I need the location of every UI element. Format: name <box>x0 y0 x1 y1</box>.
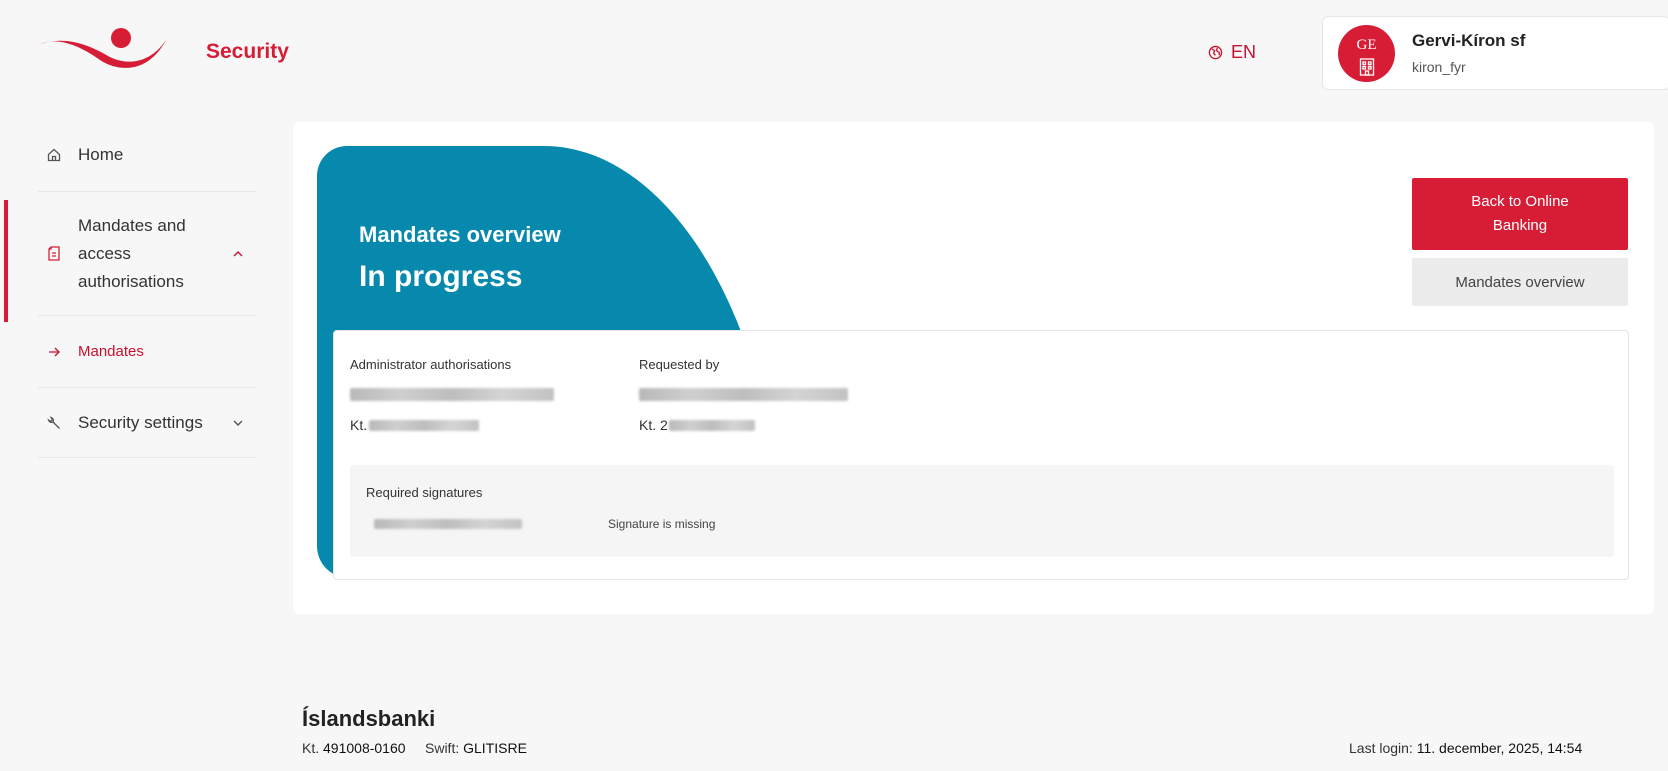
main-panel: Mandates overview In progress Back to On… <box>293 122 1654 614</box>
user-username: kiron_fyr <box>1412 59 1466 75</box>
footer-swift-label: Swift: <box>425 740 460 756</box>
admin-authorisations-column: Administrator authorisations Kt. <box>350 357 554 433</box>
signature-status: Signature is missing <box>608 517 716 531</box>
sidebar-item-mandates-and-access[interactable]: Mandates and access authorisations <box>4 192 256 322</box>
chevron-down-icon[interactable] <box>232 417 244 429</box>
last-login-value: 11. december, 2025, 14:54 <box>1416 740 1583 756</box>
user-name: Gervi-Kíron sf <box>1412 31 1526 50</box>
footer-bank-meta: Kt. 491008-0160 Swift: GLITISRE <box>302 740 527 756</box>
app-title: Security <box>206 40 289 63</box>
globe-icon <box>1208 45 1223 60</box>
last-login: Last login: 11. december, 2025, 14:54 <box>1349 740 1582 756</box>
sidebar-nav: Home Mandates and access authorisations … <box>4 118 256 458</box>
user-card[interactable]: GE Gervi-Kíron sf kiron_fyr <box>1322 16 1668 90</box>
last-login-label: Last login: <box>1349 740 1413 756</box>
page-title: In progress <box>359 260 523 293</box>
requested-by-label: Requested by <box>639 357 720 372</box>
sidebar-item-label: Security settings <box>78 412 203 432</box>
wrench-icon <box>46 415 62 431</box>
home-icon <box>46 147 62 163</box>
footer-kt-label: Kt. <box>302 740 320 756</box>
requested-by-column: Requested by Kt. 2 <box>639 357 848 433</box>
islandsbanki-logo[interactable] <box>38 26 168 78</box>
page-subtitle: Mandates overview <box>359 222 561 247</box>
required-signatures-title: Required signatures <box>366 485 483 500</box>
arrow-right-icon <box>46 344 62 360</box>
admin-kt-label: Kt. <box>350 417 368 433</box>
admin-authorisations-label: Administrator authorisations <box>350 357 512 372</box>
language-label: EN <box>1231 42 1257 62</box>
sidebar-item-label: Home <box>78 144 124 164</box>
sidebar-item-mandates[interactable]: Mandates <box>38 316 256 388</box>
requester-kt-label: Kt. 2 <box>639 417 668 433</box>
sidebar-item-label: Mandates <box>78 343 144 360</box>
mandates-overview-button[interactable]: Mandates overview <box>1412 258 1628 306</box>
redacted-admin-kt <box>369 419 480 431</box>
document-icon <box>46 246 62 262</box>
back-to-online-banking-button[interactable]: Back to Online Banking <box>1412 178 1628 250</box>
footer-swift-value: GLITISRE <box>463 740 527 756</box>
chevron-up-icon[interactable] <box>232 248 244 260</box>
required-signatures-box: Required signatures Signature is missing <box>350 465 1614 557</box>
sidebar-item-label: Mandates and access authorisations <box>78 215 186 291</box>
active-indicator <box>4 200 8 322</box>
language-switcher[interactable]: EN <box>1208 42 1256 63</box>
redacted-requester-kt <box>668 419 755 431</box>
footer-kt-value: 491008-0160 <box>323 740 406 756</box>
redacted-admin-name <box>350 388 554 401</box>
mandate-detail-card: Administrator authorisations Kt. Request… <box>333 330 1629 580</box>
footer-bank-name: Íslandsbanki <box>302 706 436 731</box>
sidebar-item-home[interactable]: Home <box>38 118 256 192</box>
sidebar-item-security-settings[interactable]: Security settings <box>38 388 256 458</box>
redacted-signer-name <box>374 519 522 529</box>
avatar: GE <box>1338 24 1395 82</box>
avatar-initials: GE <box>1356 36 1377 53</box>
building-icon <box>1359 57 1375 76</box>
redacted-requester-name <box>639 388 848 401</box>
